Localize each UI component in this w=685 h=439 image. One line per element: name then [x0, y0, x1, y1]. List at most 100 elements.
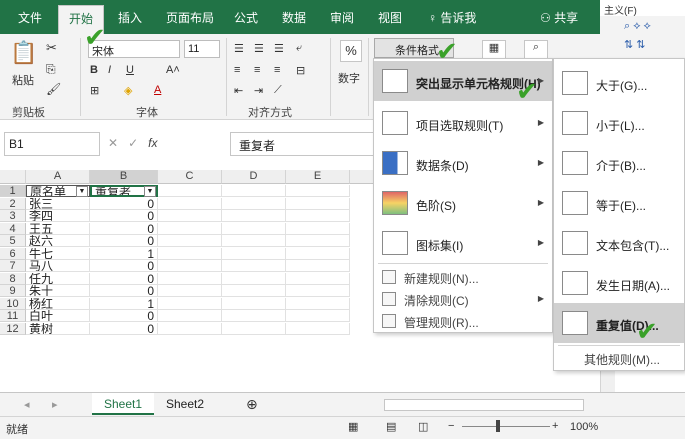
cell-b[interactable]: 0: [90, 310, 158, 322]
align-right-icon[interactable]: ≡: [274, 64, 280, 76]
cell-e[interactable]: [286, 260, 350, 272]
cell-d[interactable]: [222, 297, 286, 310]
cancel-icon[interactable]: ✕: [108, 136, 118, 150]
find-icon[interactable]: ⌕: [524, 40, 548, 60]
tab-formulas[interactable]: 公式: [234, 9, 258, 26]
add-sheet-icon[interactable]: ⊕: [246, 396, 258, 413]
name-box[interactable]: B1: [4, 132, 100, 156]
sheet-tab-1[interactable]: Sheet1: [92, 393, 155, 415]
cell-d[interactable]: [222, 247, 286, 260]
column-header-a[interactable]: A: [26, 170, 90, 184]
column-header-b[interactable]: B: [90, 170, 158, 184]
cell-a[interactable]: 任九: [26, 272, 90, 285]
paste-icon[interactable]: 📋: [10, 40, 37, 66]
zoom-level[interactable]: 100%: [570, 421, 598, 433]
row-header[interactable]: 5: [0, 235, 26, 247]
indent-icon[interactable]: ⇤: [234, 84, 243, 97]
font-color-icon[interactable]: A: [154, 84, 161, 96]
cell-b[interactable]: 0: [90, 222, 158, 235]
cell-b[interactable]: 0: [90, 285, 158, 297]
cell-c[interactable]: [158, 260, 222, 272]
cell-e[interactable]: [286, 285, 350, 297]
cell-d[interactable]: [222, 260, 286, 272]
cell-c[interactable]: [158, 310, 222, 322]
sort-icon[interactable]: ⇅ ⇅: [624, 38, 646, 51]
cell-b[interactable]: 0: [90, 197, 158, 210]
row-header[interactable]: 9: [0, 285, 26, 297]
fill-color-icon[interactable]: ◈: [124, 84, 132, 97]
cell-b[interactable]: 1: [90, 297, 158, 310]
cell-a[interactable]: 马八: [26, 260, 90, 272]
tab-data[interactable]: 数据: [282, 9, 306, 26]
align-top-icon[interactable]: ☰: [234, 42, 244, 55]
wrap-text-icon[interactable]: ⤶: [296, 42, 302, 55]
cell-a[interactable]: 牛七: [26, 247, 90, 260]
cell-e[interactable]: [286, 197, 350, 210]
cell-d[interactable]: [222, 185, 286, 197]
align-bottom-icon[interactable]: ☰: [274, 42, 284, 55]
copy-icon[interactable]: ⎘: [46, 62, 56, 77]
zoom-in-icon[interactable]: +: [552, 420, 558, 432]
menu-text-contains[interactable]: 文本包含(T)...: [554, 223, 684, 263]
cell-c[interactable]: [158, 247, 222, 260]
align-left-icon[interactable]: ≡: [234, 64, 240, 76]
menu-duplicate-values[interactable]: 重复值(D)...: [554, 303, 684, 343]
menu-less-than[interactable]: 小于(L)...: [554, 103, 684, 143]
tab-review[interactable]: 审阅: [330, 9, 354, 26]
cell-a[interactable]: 杨红: [26, 297, 90, 310]
next-sheet-icon[interactable]: ▸: [52, 398, 58, 411]
cell-d[interactable]: [222, 310, 286, 322]
row-header[interactable]: 8: [0, 272, 26, 285]
menu-clear-rules[interactable]: 清除规则(C) ▶: [374, 289, 552, 309]
cell-b[interactable]: 0: [90, 322, 158, 335]
cell-a[interactable]: 李四: [26, 210, 90, 222]
menu-manage-rules[interactable]: 管理规则(R)...: [374, 311, 552, 331]
cell-d[interactable]: [222, 197, 286, 210]
row-header[interactable]: 1: [0, 185, 26, 197]
cell-b[interactable]: 0: [90, 235, 158, 247]
zoom-slider-thumb[interactable]: [496, 420, 500, 432]
merge-icon[interactable]: ⊟: [296, 64, 305, 77]
cell-c[interactable]: [158, 272, 222, 285]
outdent-icon[interactable]: ⇥: [254, 84, 263, 97]
zoom-out-icon[interactable]: −: [448, 420, 454, 432]
menu-between[interactable]: 介于(B)...: [554, 143, 684, 183]
menu-greater-than[interactable]: 大于(G)...: [554, 63, 684, 103]
cell-e[interactable]: [286, 322, 350, 335]
cell-c[interactable]: [158, 235, 222, 247]
cell-a[interactable]: 赵六: [26, 235, 90, 247]
cell-e[interactable]: [286, 247, 350, 260]
cells-button[interactable]: ▦: [482, 40, 506, 60]
fx-icon[interactable]: fx: [148, 136, 157, 150]
column-header-e[interactable]: E: [286, 170, 350, 184]
column-header-c[interactable]: C: [158, 170, 222, 184]
cell-a[interactable]: 白叶: [26, 310, 90, 322]
search-icon[interactable]: ⌕ ⟡ ⟡: [624, 20, 651, 33]
cell-b[interactable]: 0: [90, 272, 158, 285]
cell-c[interactable]: [158, 285, 222, 297]
tab-insert[interactable]: 插入: [118, 9, 142, 26]
cell-b[interactable]: 0: [90, 210, 158, 222]
share-button[interactable]: ⚇ 共享: [540, 9, 578, 26]
page-layout-icon[interactable]: ▤: [386, 420, 396, 433]
cell-e[interactable]: [286, 297, 350, 310]
italic-button[interactable]: I: [108, 64, 111, 76]
cut-icon[interactable]: ✂: [46, 40, 57, 56]
cell-b[interactable]: 0: [90, 260, 158, 272]
menu-more-rules[interactable]: 其他规则(M)...: [554, 348, 684, 368]
paste-button[interactable]: 粘贴: [12, 72, 34, 88]
menu-new-rule[interactable]: 新建规则(N)...: [374, 267, 552, 287]
border-icon[interactable]: ⊞: [90, 84, 99, 97]
cell-a[interactable]: 张三: [26, 197, 90, 210]
cell-c[interactable]: [158, 197, 222, 210]
align-middle-icon[interactable]: ☰: [254, 42, 264, 55]
cell-d[interactable]: [222, 322, 286, 335]
menu-icon-sets[interactable]: 图标集(I) ▶: [374, 223, 552, 263]
cell-b[interactable]: 1: [90, 247, 158, 260]
horizontal-scrollbar[interactable]: [384, 399, 584, 411]
cell-a[interactable]: 王五: [26, 222, 90, 235]
menu-top-bottom-rules[interactable]: 项目选取规则(T) ▶: [374, 103, 552, 143]
tab-view[interactable]: 视图: [378, 9, 402, 26]
number-format-button[interactable]: %: [340, 40, 362, 62]
row-header[interactable]: 11: [0, 310, 26, 322]
